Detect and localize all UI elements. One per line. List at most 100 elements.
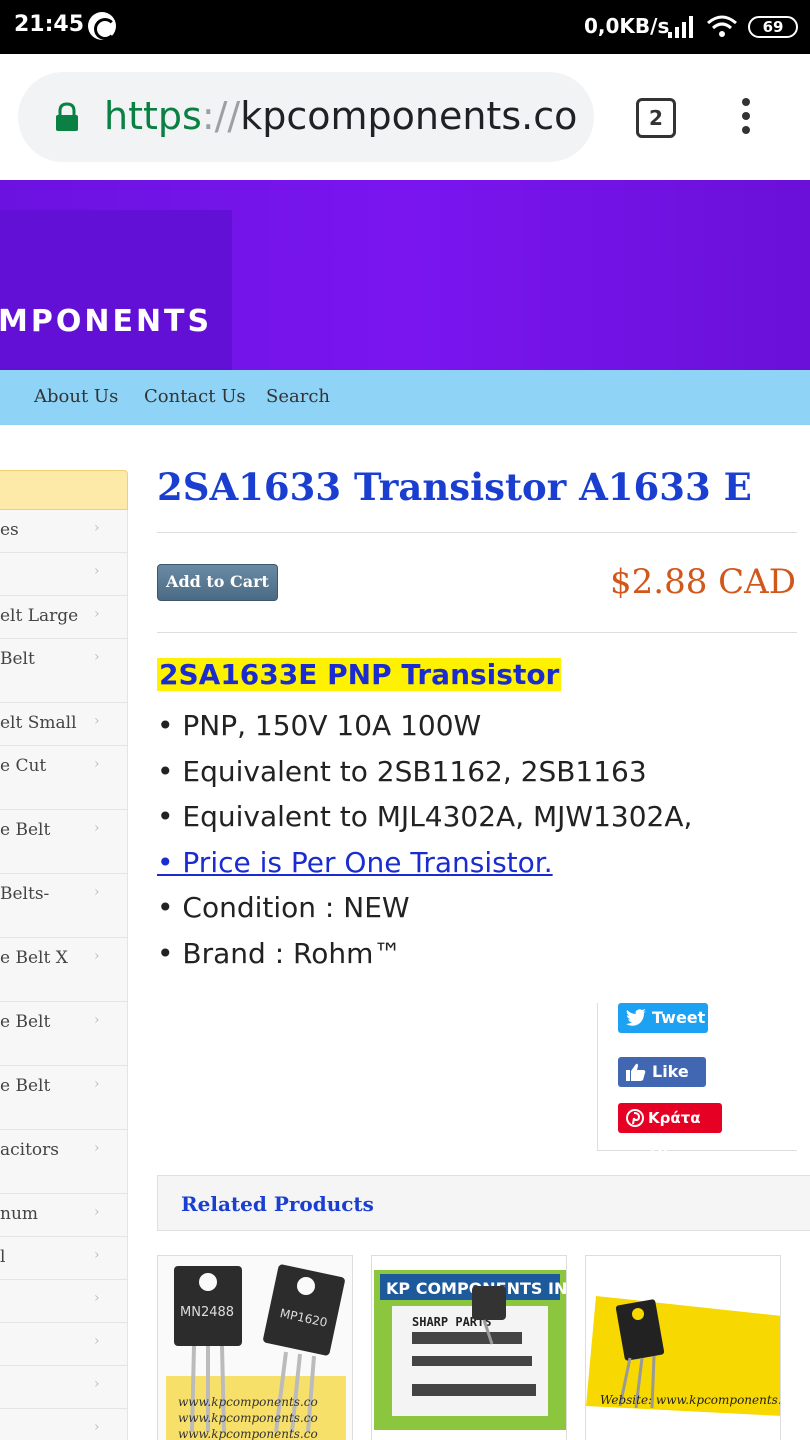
sidebar-item[interactable]: Belt › [0, 639, 128, 703]
sidebar-item[interactable]: › [0, 1409, 128, 1440]
chevron-right-icon: › [94, 713, 100, 729]
parts-label-photo: KP COMPONENTS INC SHARP PARTS [372, 1256, 566, 1440]
logo-text: MPONENTS [0, 304, 213, 339]
chevron-right-icon: › [94, 563, 100, 579]
sidebar-item[interactable]: Belts- › [0, 874, 128, 938]
sidebar-item[interactable]: e Belt › [0, 1002, 128, 1066]
sidebar-item[interactable]: › [0, 1280, 128, 1323]
price-note-link[interactable]: • Price is Per One Transistor. [157, 846, 692, 892]
tweet-label: Tweet [652, 1008, 706, 1027]
divider [157, 632, 797, 633]
sidebar-item-label: acitors [0, 1140, 60, 1160]
sidebar-item-label: es [0, 520, 19, 540]
signal-icon [668, 16, 693, 38]
feature-item: • Equivalent to MJL4302A, MJW1302A, [157, 800, 693, 834]
sidebar-item[interactable]: › [0, 1323, 128, 1366]
sidebar-item-label: l [0, 1247, 6, 1267]
browser-toolbar: https://kpcomponents.co 2 [0, 54, 810, 180]
nav-search[interactable]: Search [266, 386, 330, 407]
related-product-card[interactable]: Website: www.kpcomponents.ca [585, 1255, 781, 1440]
social-share: Tweet Like 0 Κράτα το [597, 1003, 797, 1157]
tab-switcher-button[interactable]: 2 [636, 98, 676, 138]
site-logo[interactable]: MPONENTS [0, 210, 232, 370]
chevron-right-icon: › [94, 1376, 100, 1392]
related-products-header: Related Products [157, 1175, 810, 1231]
nav-contact-us[interactable]: Contact Us [144, 386, 246, 407]
network-speed: 0,0KB/s [584, 14, 670, 38]
url-text: https://kpcomponents.co [104, 94, 577, 138]
feature-item: • Brand : Rohm™ [157, 936, 402, 970]
chevron-right-icon: › [94, 756, 100, 772]
sidebar-item[interactable]: num › [0, 1194, 128, 1237]
pinterest-save-button[interactable]: Κράτα το [618, 1103, 722, 1157]
main-nav: About Us Contact Us Search [0, 370, 810, 425]
pin-label: Κράτα το [648, 1109, 701, 1157]
tweet-button[interactable]: Tweet [618, 1003, 708, 1033]
sidebar-item[interactable]: e Belt X › [0, 938, 128, 1002]
chevron-right-icon: › [94, 606, 100, 622]
sidebar-item-label: e Belt [0, 1012, 51, 1032]
chevron-right-icon: › [94, 1419, 100, 1435]
facebook-like-button[interactable]: Like 0 [618, 1057, 706, 1111]
thumb3-watermark: Website: www.kpcomponents.ca [600, 1393, 781, 1407]
sidebar-item[interactable]: acitors › [0, 1130, 128, 1194]
pinterest-icon [626, 1109, 644, 1127]
component-photo: Website: www.kpcomponents.ca [586, 1256, 781, 1440]
sidebar-item[interactable]: elt Small › [0, 703, 128, 746]
chevron-right-icon: › [94, 820, 100, 836]
battery-icon: 69 [748, 16, 798, 38]
sidebar-item[interactable]: › [0, 1366, 128, 1409]
sidebar-item-label: elt Large [0, 606, 79, 626]
url-host: kpcomponents.co [240, 94, 578, 138]
thumbs-up-icon [626, 1063, 646, 1081]
status-time: 21:45 [14, 12, 85, 37]
product-price: $2.88 CAD [610, 562, 796, 602]
chevron-right-icon: › [94, 884, 100, 900]
related-products-title: Related Products [181, 1192, 374, 1216]
chevron-right-icon: › [94, 1290, 100, 1306]
sidebar-item[interactable]: e Belt › [0, 1066, 128, 1130]
product-subtitle: 2SA1633E PNP Transistor [157, 658, 562, 691]
product-features: • PNP, 150V 10A 100W • Equivalent to 2SB… [157, 709, 692, 983]
chevron-right-icon: › [94, 1333, 100, 1349]
feature-item: • Condition : NEW [157, 891, 410, 925]
status-bar: 21:45 0,0KB/s 69 [0, 0, 810, 54]
url-bar[interactable]: https://kpcomponents.co [18, 72, 594, 162]
sidebar-item-label: num [0, 1204, 39, 1224]
chevron-right-icon: › [94, 1140, 100, 1156]
wifi-icon [707, 15, 737, 37]
chevron-right-icon: › [94, 1012, 100, 1028]
transistor-photo: MN2488 MP1620 www.kpcomponents.co www.kp… [158, 1256, 352, 1440]
sidebar-item-label: e Belt X [0, 948, 68, 968]
chevron-right-icon: › [94, 948, 100, 964]
divider [157, 532, 797, 533]
add-to-cart-button[interactable]: Add to Cart [157, 564, 278, 601]
related-product-card[interactable]: KP COMPONENTS INC SHARP PARTS [371, 1255, 567, 1440]
sidebar-item[interactable]: es › [0, 510, 128, 553]
app-notification-icon [88, 12, 116, 40]
thumb1-watermark: www.kpcomponents.co [178, 1395, 318, 1409]
sidebar-item-label: e Cut [0, 756, 47, 776]
sidebar-item[interactable]: e Cut › [0, 746, 128, 810]
sidebar-item[interactable]: elt Large › [0, 596, 128, 639]
site-header: MPONENTS [0, 180, 810, 370]
sidebar-item[interactable]: › [0, 553, 128, 596]
category-sidebar: es › › elt Large › Belt › elt Small › e Cut ›… [0, 470, 128, 1440]
more-options-icon[interactable] [736, 98, 756, 142]
sidebar-item[interactable]: l › [0, 1237, 128, 1280]
sidebar-header [0, 470, 128, 510]
chevron-right-icon: › [94, 1076, 100, 1092]
product-title: 2SA1633 Transistor A1633 E [157, 465, 752, 509]
like-label: Like [652, 1062, 689, 1081]
feature-item: • PNP, 150V 10A 100W [157, 709, 482, 742]
chevron-right-icon: › [94, 520, 100, 536]
sidebar-item-label: Belts- [0, 884, 50, 904]
sidebar-item[interactable]: e Belt › [0, 810, 128, 874]
chevron-right-icon: › [94, 649, 100, 665]
nav-about-us[interactable]: About Us [34, 386, 118, 407]
sidebar-item-label: elt Small [0, 713, 77, 733]
related-product-card[interactable]: MN2488 MP1620 www.kpcomponents.co www.kp… [157, 1255, 353, 1440]
twitter-bird-icon [626, 1009, 646, 1026]
feature-item: • Equivalent to 2SB1162, 2SB1163 [157, 754, 647, 788]
sidebar-item-label: Belt [0, 649, 35, 669]
